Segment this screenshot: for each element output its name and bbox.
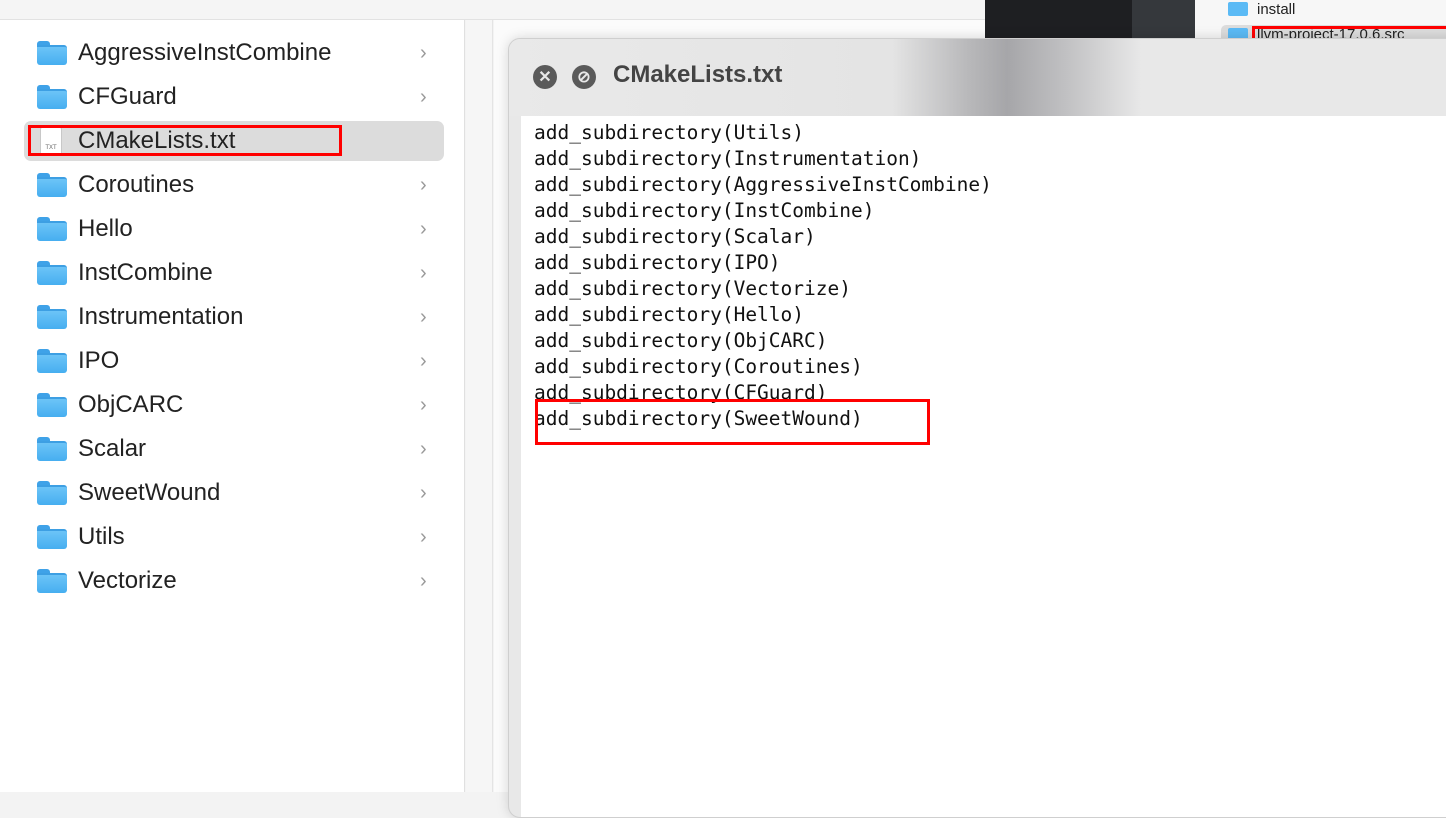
background-dark-panel xyxy=(1132,0,1195,38)
chevron-right-icon: › xyxy=(420,173,427,196)
chevron-right-icon: › xyxy=(420,525,427,548)
background-finder: install llvm-project-17.0.6.src xyxy=(1195,0,1446,48)
finder-item[interactable]: SweetWound › xyxy=(24,473,444,513)
background-dark-window xyxy=(985,0,1132,38)
folder-icon xyxy=(37,173,67,197)
finder-item-name: IPO xyxy=(78,347,120,374)
finder-item-name: AggressiveInstCombine xyxy=(78,39,332,66)
chevron-right-icon: › xyxy=(420,481,427,504)
fullscreen-icon[interactable]: ⊘ xyxy=(572,65,596,89)
quicklook-title: CMakeLists.txt xyxy=(613,61,783,88)
finder-item[interactable]: CFGuard › xyxy=(24,77,444,117)
file-content: add_subdirectory(Utils) add_subdirectory(… xyxy=(521,116,1446,817)
finder-item[interactable]: InstCombine › xyxy=(24,253,444,293)
finder-item-name: SweetWound xyxy=(78,479,221,506)
chevron-right-icon: › xyxy=(420,41,427,64)
folder-icon xyxy=(37,349,67,373)
finder-item-name: ObjCARC xyxy=(78,391,184,418)
finder-item[interactable]: Vectorize › xyxy=(24,561,444,601)
finder-item-name: InstCombine xyxy=(78,259,213,286)
top-toolbar-strip xyxy=(0,0,985,20)
folder-icon xyxy=(37,305,67,329)
finder-item[interactable]: ObjCARC › xyxy=(24,385,444,425)
folder-icon xyxy=(37,569,67,593)
folder-icon xyxy=(37,437,67,461)
finder-item[interactable]: Coroutines › xyxy=(24,165,444,205)
finder-item-name: Instrumentation xyxy=(78,303,244,330)
code-line: add_subdirectory(ObjCARC) xyxy=(534,329,828,352)
folder-icon xyxy=(37,393,67,417)
folder-icon xyxy=(37,41,67,65)
chevron-right-icon: › xyxy=(420,305,427,328)
chevron-right-icon: › xyxy=(420,393,427,416)
highlight-box xyxy=(535,399,930,445)
finder-item[interactable]: Hello › xyxy=(24,209,444,249)
finder-item-name: Utils xyxy=(78,523,125,550)
folder-icon xyxy=(37,525,67,549)
chevron-right-icon: › xyxy=(420,261,427,284)
quicklook-window: ✕ ⊘ CMakeLists.txt add_subdirectory(Util… xyxy=(508,38,1446,818)
finder-item[interactable]: Scalar › xyxy=(24,429,444,469)
code-line: add_subdirectory(AggressiveInstCombine) xyxy=(534,173,992,196)
code-line: add_subdirectory(Coroutines) xyxy=(534,355,863,378)
finder-item[interactable]: IPO › xyxy=(24,341,444,381)
finder-item[interactable]: Utils › xyxy=(24,517,444,557)
chevron-right-icon: › xyxy=(420,437,427,460)
finder-item-name: Coroutines xyxy=(78,171,195,198)
chevron-right-icon: › xyxy=(420,217,427,240)
finder-item[interactable]: TXT CMakeLists.txt xyxy=(24,121,444,161)
folder-icon xyxy=(1228,2,1248,17)
folder-icon xyxy=(37,261,67,285)
finder-column-divider[interactable] xyxy=(466,20,493,792)
chevron-right-icon: › xyxy=(420,569,427,592)
finder-item[interactable]: Instrumentation › xyxy=(24,297,444,337)
chevron-right-icon: › xyxy=(420,85,427,108)
folder-icon xyxy=(37,481,67,505)
code-line: add_subdirectory(InstCombine) xyxy=(534,199,875,222)
finder-item[interactable]: AggressiveInstCombine › xyxy=(24,33,444,73)
quicklook-titlebar[interactable]: ✕ ⊘ CMakeLists.txt xyxy=(509,39,1446,116)
chevron-right-icon: › xyxy=(420,349,427,372)
finder-item-name: Scalar xyxy=(78,435,147,462)
folder-icon xyxy=(37,85,67,109)
finder-item-name: Hello xyxy=(78,215,133,242)
code-line: add_subdirectory(Utils) xyxy=(534,121,805,144)
close-icon[interactable]: ✕ xyxy=(533,65,557,89)
code-line: add_subdirectory(Instrumentation) xyxy=(534,147,922,170)
finder-item-name: Vectorize xyxy=(78,567,177,594)
folder-icon xyxy=(37,217,67,241)
finder-item-name: CFGuard xyxy=(78,83,177,110)
code-line: add_subdirectory(Scalar) xyxy=(534,225,816,248)
code-line: add_subdirectory(Hello) xyxy=(534,303,805,326)
code-line: add_subdirectory(Vectorize) xyxy=(534,277,851,300)
highlight-box xyxy=(28,125,342,156)
code-line: add_subdirectory(IPO) xyxy=(534,251,781,274)
bg-item-install[interactable]: install xyxy=(1257,1,1295,18)
